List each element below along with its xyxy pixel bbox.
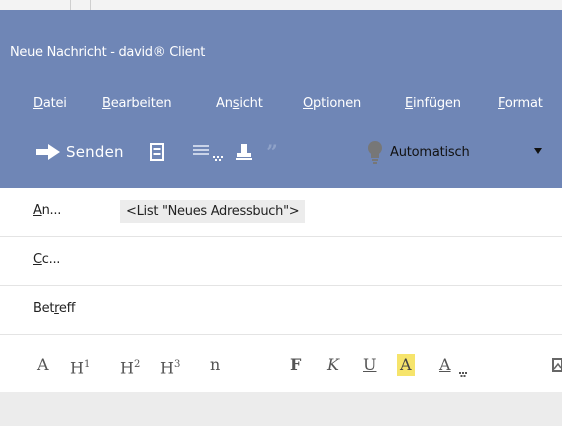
menu-einfuegen[interactable]: Einfügen	[405, 96, 461, 111]
chevron-down-icon	[534, 148, 542, 154]
quote-icon[interactable]: ”	[262, 137, 282, 167]
arrow-right-icon	[36, 144, 60, 160]
to-button[interactable]: An...	[33, 203, 61, 218]
heading1-button[interactable]: H1	[70, 354, 90, 377]
spellcheck-icon[interactable]	[190, 137, 230, 167]
underline-button[interactable]: U	[363, 354, 376, 376]
image-icon[interactable]	[552, 358, 562, 372]
divider	[90, 0, 91, 10]
recipient-chip[interactable]: <List "Neues Adressbuch">	[120, 200, 306, 223]
subject-row[interactable]: Betreff	[0, 286, 562, 335]
menu-ansicht[interactable]: Ansicht	[216, 96, 263, 111]
cc-row: Cc...	[0, 237, 562, 286]
stamp-icon[interactable]	[233, 137, 255, 167]
window-header: Neue Nachricht - david® Client Datei Bea…	[0, 10, 562, 188]
send-button[interactable]: Senden	[36, 137, 124, 167]
italic-button[interactable]: K	[327, 354, 339, 376]
main-toolbar: Senden ” Automatisch	[0, 137, 562, 167]
highlight-button[interactable]: A	[397, 354, 415, 376]
divider	[70, 0, 71, 10]
window-title: Neue Nachricht - david® Client	[10, 45, 206, 60]
normal-text-button[interactable]: n	[210, 354, 220, 376]
cc-button[interactable]: Cc...	[33, 252, 60, 267]
message-body-area[interactable]	[0, 392, 562, 426]
priority-label: Automatisch	[390, 144, 470, 160]
font-color-dropdown-icon[interactable]	[459, 372, 467, 378]
lightbulb-icon	[366, 140, 384, 164]
menu-optionen[interactable]: Optionen	[303, 96, 361, 111]
bold-button[interactable]: F	[290, 354, 301, 376]
menu-format[interactable]: Format	[498, 96, 543, 111]
font-button[interactable]: A	[37, 354, 49, 376]
menu-datei[interactable]: Datei	[33, 96, 67, 111]
format-toolbar: A H1 H2 H3 n F K U A A	[0, 336, 562, 392]
menu-bearbeiten[interactable]: Bearbeiten	[102, 96, 172, 111]
font-color-button[interactable]: A	[439, 354, 451, 376]
menu-bar: Datei Bearbeiten Ansicht Optionen Einfüg…	[0, 96, 562, 114]
top-strip	[0, 0, 562, 10]
heading3-button[interactable]: H3	[160, 354, 180, 377]
send-label: Senden	[66, 143, 124, 161]
priority-dropdown[interactable]: Automatisch	[366, 139, 554, 165]
save-icon[interactable]	[147, 137, 167, 167]
to-row: An... <List "Neues Adressbuch">	[0, 188, 562, 237]
heading2-button[interactable]: H2	[120, 354, 140, 377]
subject-label: Betreff	[33, 301, 76, 316]
